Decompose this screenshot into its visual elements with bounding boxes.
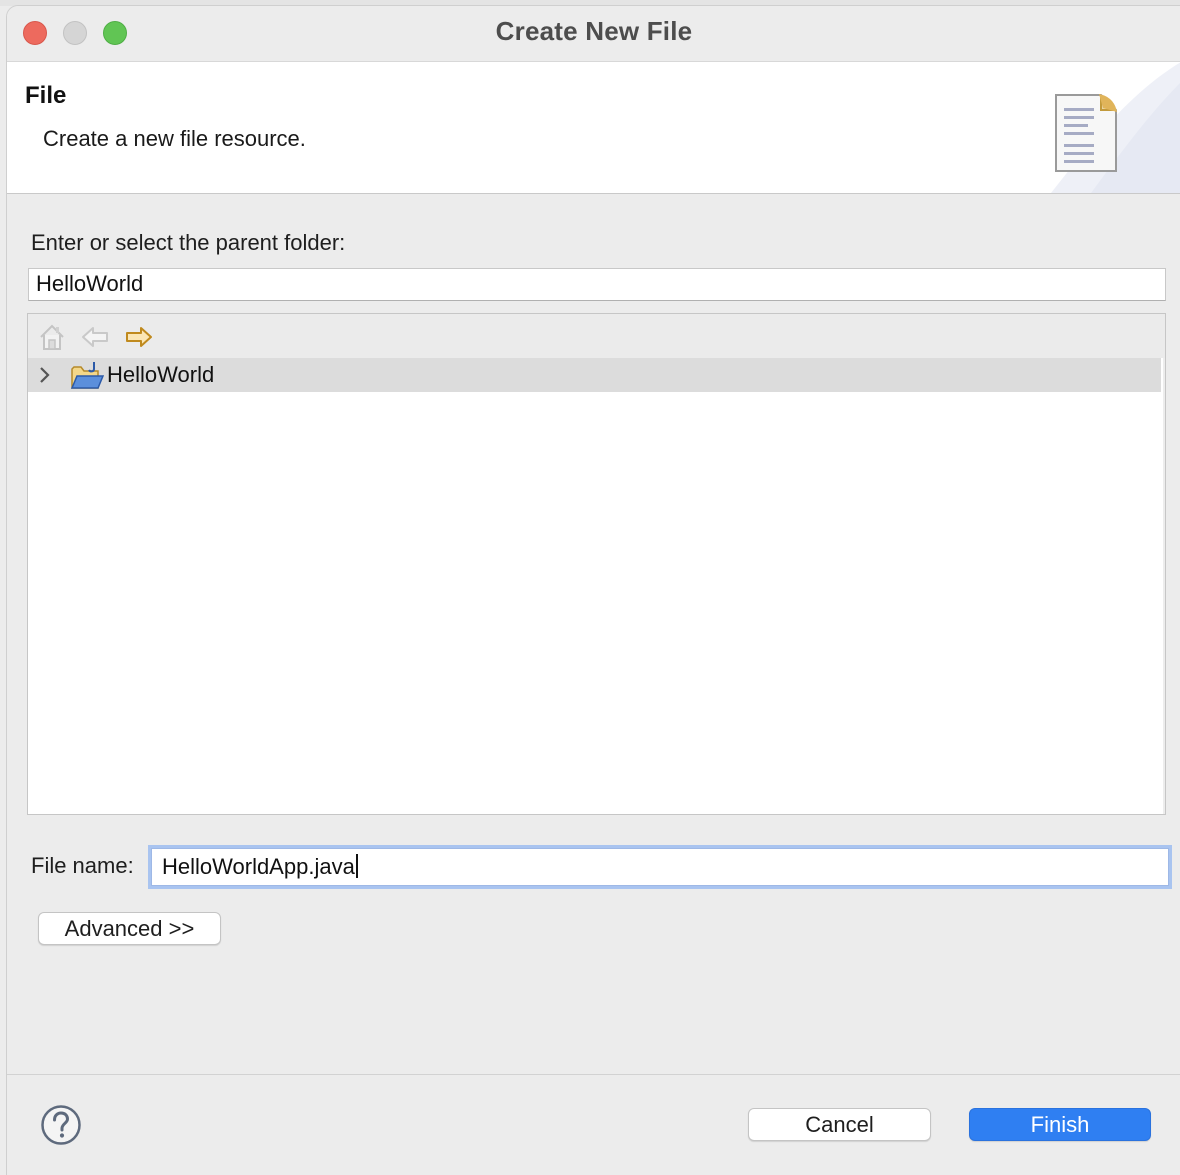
wizard-page-title: File (25, 82, 67, 109)
parent-folder-input[interactable]: HelloWorld (28, 268, 1166, 301)
tree-item-label: HelloWorld (107, 362, 215, 387)
create-new-file-dialog: Create New File File Create a new file r… (6, 5, 1180, 1175)
file-name-label: File name: (31, 853, 134, 878)
chevron-right-icon[interactable] (38, 365, 52, 385)
question-mark-help-icon[interactable] (40, 1104, 82, 1146)
footer-separator (7, 1074, 1180, 1075)
cancel-button[interactable]: Cancel (748, 1108, 931, 1141)
tree-item-helloworld[interactable]: HelloWorld (28, 358, 1161, 392)
tree-scroll-edge (1163, 358, 1165, 814)
parent-folder-label: Enter or select the parent folder: (31, 230, 346, 255)
file-name-value: HelloWorldApp.java (162, 854, 355, 879)
wizard-header-banner: File Create a new file resource. (7, 62, 1180, 194)
forward-arrow-icon[interactable] (124, 322, 154, 352)
tree-navigation-toolbar (28, 314, 1165, 358)
title-bar: Create New File (7, 6, 1180, 62)
back-arrow-icon[interactable] (80, 322, 110, 352)
text-caret (355, 854, 358, 879)
java-project-folder-icon (70, 362, 104, 389)
advanced-button[interactable]: Advanced >> (38, 912, 221, 945)
file-name-input[interactable]: HelloWorldApp.java (151, 848, 1169, 886)
finish-button[interactable]: Finish (969, 1108, 1151, 1141)
new-file-document-icon (1055, 94, 1117, 172)
wizard-page-description: Create a new file resource. (43, 126, 306, 151)
window-title: Create New File (495, 16, 693, 46)
folder-tree-panel: HelloWorld (27, 313, 1166, 815)
home-icon[interactable] (37, 322, 67, 352)
